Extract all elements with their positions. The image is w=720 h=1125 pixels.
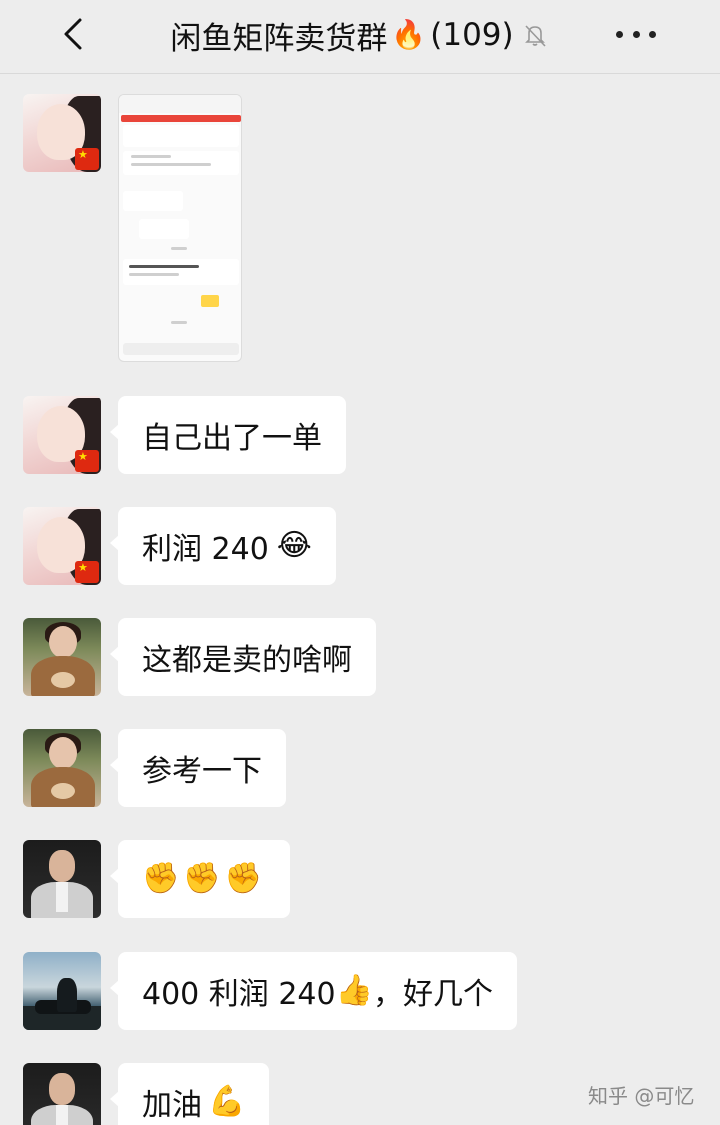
avatar[interactable]: ★ (23, 94, 101, 172)
message-bubble[interactable]: 这都是卖的啥啊 (110, 618, 376, 696)
screenshot-status-bar (119, 95, 241, 113)
screenshot-line (131, 155, 171, 158)
screenshot-bubble (123, 191, 183, 211)
screenshot-line (171, 247, 187, 250)
message-text: 加油 (142, 1088, 202, 1123)
china-flag-icon: ★ (75, 148, 99, 170)
avatar[interactable] (23, 1063, 101, 1125)
chat-title-group: 闲鱼矩阵卖货群 🔥 (109) (150, 10, 570, 60)
message-text: 自己出了一单 (142, 421, 322, 456)
screenshot-line (171, 321, 187, 324)
avatar-shirt (56, 882, 68, 912)
message-bubble[interactable]: ✊✊✊ (109, 840, 291, 918)
message-text: 利润 240 (142, 532, 269, 567)
screenshot-card (123, 125, 239, 147)
flexed-biceps-icon: 💪 (208, 1084, 246, 1119)
screenshot-line (129, 265, 199, 268)
message-text-after: ，好几个 (372, 977, 493, 1012)
screenshot-line (131, 163, 211, 166)
china-flag-icon: ★ (75, 450, 99, 472)
teddy-bear-muzzle (51, 672, 75, 688)
chat-title: 闲鱼矩阵卖货群 (170, 20, 388, 57)
message-text: 这都是卖的啥啊 (142, 643, 352, 678)
more-dot (616, 30, 623, 38)
screenshot-sent-bubble (201, 295, 219, 307)
screenshot-bubble (139, 219, 189, 239)
member-count: (109) (430, 17, 514, 53)
laughing-tears-icon: 😂 (276, 528, 312, 563)
screenshot-red-banner (121, 115, 241, 122)
message-text: 400 利润 240 (142, 977, 336, 1012)
avatar[interactable]: ★ (23, 396, 101, 474)
china-flag-icon: ★ (75, 561, 99, 583)
image-message[interactable] (118, 94, 242, 362)
avatar-face (49, 1073, 75, 1105)
screenshot-line (129, 273, 179, 276)
avatar[interactable] (23, 840, 101, 918)
avatar-face (49, 626, 77, 658)
watermark: 知乎 @可忆 (588, 1084, 695, 1108)
fire-icon: 🔥 (391, 18, 427, 51)
message-bubble[interactable]: 400 利润 240 👍 ，好几个 (110, 952, 517, 1030)
fist-icon: ✊✊✊ (142, 861, 267, 896)
thumbs-up-icon: 👍 (335, 973, 373, 1008)
avatar[interactable] (23, 618, 101, 696)
mute-icon (524, 25, 546, 47)
message-bubble[interactable]: 利润 240 😂 (110, 507, 336, 585)
more-dot (649, 30, 656, 38)
more-icon[interactable] (616, 28, 656, 40)
message-bubble[interactable]: 自己出了一单 (110, 396, 346, 474)
screenshot-input-bar (123, 343, 239, 355)
avatar[interactable] (23, 729, 101, 807)
screenshot-card (123, 259, 239, 285)
avatar-face (49, 737, 77, 769)
chat-header: 闲鱼矩阵卖货群 🔥 (109) (0, 0, 720, 74)
avatar[interactable] (23, 952, 101, 1030)
message-bubble[interactable]: 参考一下 (110, 729, 286, 807)
avatar-shirt (56, 1105, 68, 1125)
avatar-person (57, 978, 77, 1012)
teddy-bear-muzzle (51, 783, 75, 799)
avatar[interactable]: ★ (23, 507, 101, 585)
message-text: 参考一下 (142, 754, 262, 789)
back-icon[interactable] (56, 14, 92, 54)
avatar-face (49, 850, 75, 882)
more-dot (632, 30, 640, 38)
message-bubble[interactable]: 加油 💪 (109, 1063, 270, 1125)
